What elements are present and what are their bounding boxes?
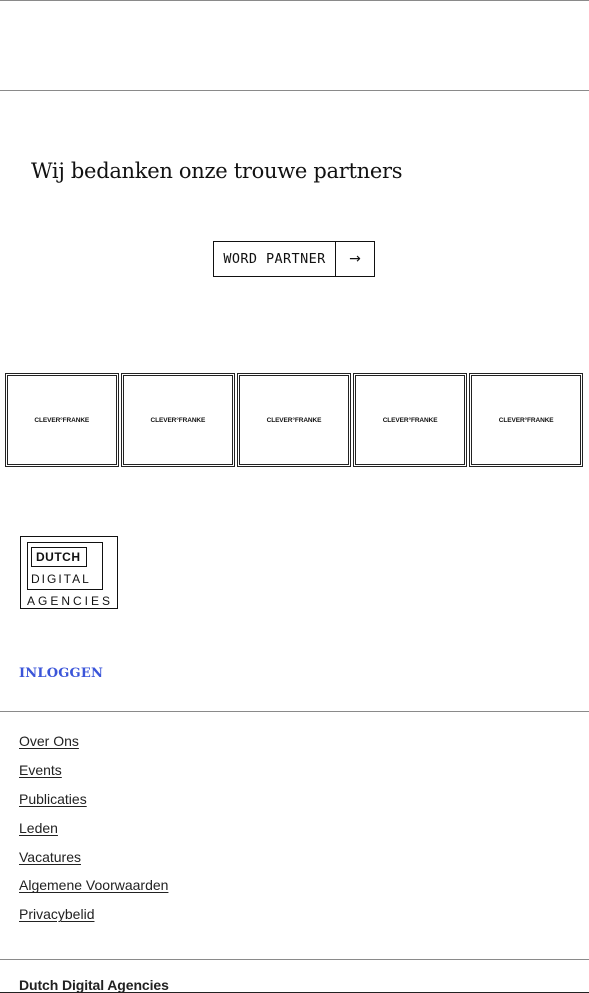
footer-link-over-ons[interactable]: Over Ons: [19, 733, 79, 749]
partner-tile[interactable]: CLEVER°FRANKE: [121, 373, 235, 467]
footer-link-algemene-voorwaarden[interactable]: Algemene Voorwaarden: [19, 877, 168, 893]
arrow-right-icon: →: [349, 251, 361, 267]
footer-nav-item: Publicaties: [19, 789, 168, 818]
partner-logos: CLEVER°FRANKE CLEVER°FRANKE CLEVER°FRANK…: [5, 373, 583, 468]
word-partner-label: WORD PARTNER: [214, 242, 336, 276]
bottom-divider: [0, 959, 589, 960]
company-name: Dutch Digital Agencies: [19, 977, 169, 993]
footer-nav-item: Over Ons: [19, 731, 168, 760]
partner-tile[interactable]: CLEVER°FRANKE: [5, 373, 119, 467]
footer-nav: Over Ons Events Publicaties Leden Vacatu…: [19, 731, 168, 933]
login-link[interactable]: INLOGGEN: [19, 666, 103, 681]
partner-logo: CLEVER°FRANKE: [150, 416, 206, 424]
partner-logo: CLEVER°FRANKE: [498, 416, 554, 424]
footer-nav-item: Privacybelid: [19, 904, 168, 933]
dda-logo[interactable]: DUTCH DIGITAL AGENCIES: [20, 536, 118, 609]
top-divider: [0, 0, 589, 1]
footer-link-events[interactable]: Events: [19, 762, 62, 778]
partner-logo: CLEVER°FRANKE: [34, 416, 90, 424]
logo-word-dutch: DUTCH: [36, 550, 81, 564]
logo-word-digital: DIGITAL: [31, 572, 91, 586]
partner-logo: CLEVER°FRANKE: [266, 416, 322, 424]
partners-heading: Wij bedanken onze trouwe partners: [31, 159, 403, 183]
header-divider: [0, 90, 589, 91]
partner-logo: CLEVER°FRANKE: [382, 416, 438, 424]
logo-word-agencies: AGENCIES: [27, 594, 114, 608]
partner-tile[interactable]: CLEVER°FRANKE: [353, 373, 467, 467]
footer-nav-item: Leden: [19, 818, 168, 847]
partner-tile[interactable]: CLEVER°FRANKE: [237, 373, 351, 467]
partner-tile[interactable]: CLEVER°FRANKE: [469, 373, 583, 467]
word-partner-button[interactable]: WORD PARTNER →: [213, 241, 375, 277]
footer-link-privacybelid[interactable]: Privacybelid: [19, 906, 94, 922]
footer-link-vacatures[interactable]: Vacatures: [19, 849, 81, 865]
footer-divider: [0, 711, 589, 712]
footer-link-leden[interactable]: Leden: [19, 820, 58, 836]
footer-nav-item: Algemene Voorwaarden: [19, 875, 168, 904]
footer-nav-item: Vacatures: [19, 847, 168, 876]
footer-nav-item: Events: [19, 760, 168, 789]
footer-link-publicaties[interactable]: Publicaties: [19, 791, 87, 807]
